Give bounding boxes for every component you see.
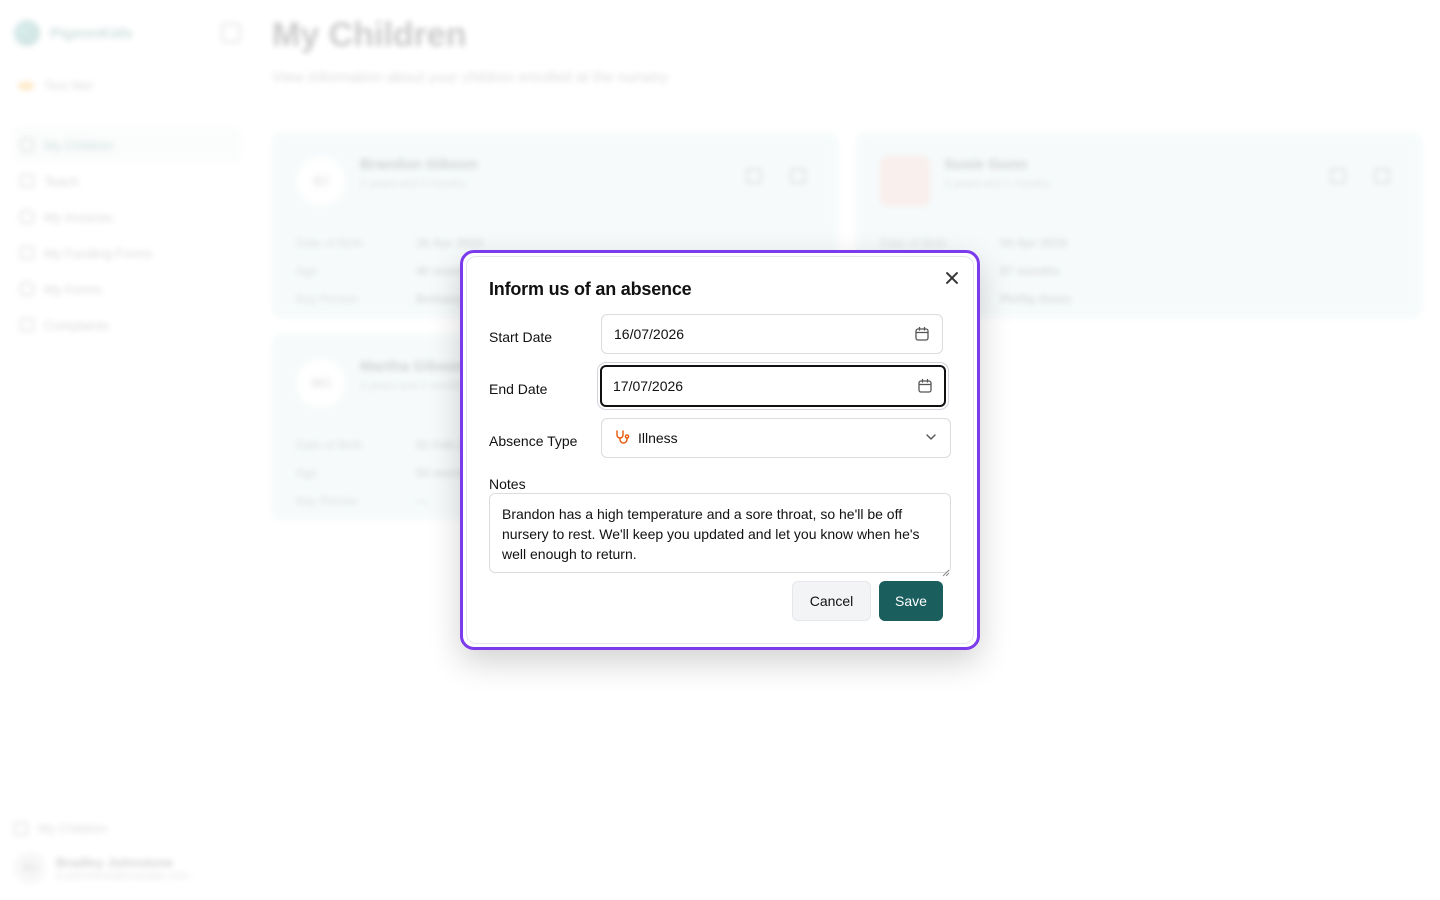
brand-name: PigeonKids [50, 24, 133, 42]
avatar: BJ [296, 156, 346, 206]
start-date-label: Start Date [489, 329, 553, 345]
complaints-icon [20, 318, 34, 332]
notes-textarea[interactable]: Brandon has a high temperature and a sor… [489, 493, 951, 573]
end-date-label: End Date [489, 381, 548, 397]
children-icon [20, 138, 34, 152]
resize-handle-icon[interactable] [942, 564, 950, 577]
wave-icon [18, 81, 34, 90]
sidebar-item-label: My Children [44, 137, 114, 153]
row-value: 16 Apr 2023 [416, 236, 483, 250]
sidebar-top-item-label: Test Mel [44, 78, 93, 93]
stethoscope-icon [614, 429, 630, 448]
row-value: — [416, 494, 428, 508]
sidebar-bottom-item[interactable]: My Children [14, 821, 107, 836]
card-actions [746, 168, 806, 184]
sidebar-item-complaints[interactable]: Complaints [14, 307, 241, 343]
main-content: My Children View information about your … [272, 16, 1440, 520]
absence-dialog: Inform us of an absence Start Date 16/07… [460, 250, 980, 650]
notes-label: Notes [489, 476, 526, 492]
forms-icon [20, 282, 34, 296]
page-subtitle: View information about your children enr… [272, 69, 668, 86]
calendar-icon[interactable] [746, 168, 762, 184]
calendar-icon[interactable] [914, 326, 930, 342]
funding-icon [20, 246, 34, 260]
sidebar-item-label: Teach [44, 173, 79, 189]
card-row: Key Person — [296, 494, 428, 508]
child-age: 4 years and 2 months [360, 380, 466, 392]
sidebar-bottom-item-label: My Children [38, 821, 108, 836]
user-info: Bradley Johnstone b.johnstone@example.co… [56, 855, 240, 882]
row-label: Age [296, 466, 318, 480]
child-name: Martha Gibson [360, 358, 466, 375]
teach-icon [20, 174, 34, 188]
dialog-title: Inform us of an absence [489, 279, 692, 299]
card-row: Age 53 months [296, 466, 476, 480]
sidebar-item-label: My Forms [44, 281, 102, 297]
brand-logo [14, 20, 40, 46]
child-age: 3 years and 1 months [944, 178, 1050, 190]
invoice-icon [20, 210, 34, 224]
sidebar-item-label: Complaints [44, 317, 110, 333]
user-name: Bradley Johnstone [56, 854, 174, 870]
cancel-button[interactable]: Cancel [792, 581, 871, 621]
row-label: Age [296, 264, 318, 278]
save-button[interactable]: Save [879, 581, 943, 621]
calendar-icon[interactable] [917, 378, 933, 394]
row-label: Key Person [296, 292, 359, 306]
end-date-input[interactable]: 17/07/2026 [600, 365, 946, 407]
absence-type-label: Absence Type [489, 433, 578, 449]
row-value: 04 Apr 2019 [1000, 236, 1067, 250]
user-email: b.johnstone@example.com [56, 869, 190, 882]
sidebar-item-funding-forms[interactable]: My Funding Forms [14, 235, 241, 271]
start-date-input[interactable]: 16/07/2026 [601, 314, 943, 354]
card-row: Key Person Bethany [296, 292, 463, 306]
card-row: Date of Birth 04 Apr 2019 [880, 236, 1067, 250]
sidebar-item-label: My Invoices [44, 209, 113, 225]
row-value: Bethany [416, 292, 464, 306]
avatar: BJ [14, 852, 46, 884]
row-value: 87 months [1000, 264, 1061, 278]
sidebar-toggle-icon[interactable] [221, 23, 241, 43]
row-label: Key Person [296, 494, 359, 508]
card-row: Age 40 months [296, 264, 476, 278]
children-icon [14, 821, 28, 836]
close-icon[interactable] [944, 270, 960, 286]
row-label: Date of Birth [296, 438, 363, 452]
chevron-down-icon [924, 430, 938, 447]
sidebar-nav: My Children Teach My Invoices My Funding… [14, 127, 241, 343]
sidebar-item-label: My Funding Forms [44, 245, 153, 261]
absence-type-value: Illness [638, 430, 678, 446]
brand: PigeonKids [14, 16, 241, 50]
child-name: Susie Gunn [944, 156, 1028, 173]
sidebar-item-invoices[interactable]: My Invoices [14, 199, 241, 235]
user-menu[interactable]: BJ Bradley Johnstone b.johnstone@example… [14, 852, 240, 884]
avatar: MG [296, 358, 346, 408]
sidebar-item-my-children[interactable]: My Children [14, 127, 241, 163]
more-icon[interactable] [790, 168, 806, 184]
sidebar: PigeonKids Test Mel My Children Teach My… [0, 0, 255, 900]
calendar-icon[interactable] [1330, 168, 1346, 184]
sidebar-item-forms[interactable]: My Forms [14, 271, 241, 307]
card-actions [1330, 168, 1390, 184]
child-photo [880, 156, 930, 206]
child-age: 2 years and 3 months [360, 178, 466, 190]
sidebar-top-item[interactable]: Test Mel [14, 72, 241, 99]
row-label: Date of Birth [880, 236, 947, 250]
page-title: My Children [272, 16, 467, 54]
absence-type-select[interactable]: Illness [601, 418, 951, 458]
row-label: Date of Birth [296, 236, 363, 250]
more-icon[interactable] [1374, 168, 1390, 184]
card-row: Date of Birth 16 Apr 2023 [296, 236, 483, 250]
row-value: Phillip Davis [1000, 292, 1072, 306]
end-date-value: 17/07/2026 [613, 378, 684, 394]
start-date-value: 16/07/2026 [614, 326, 685, 342]
child-name: Brandon Gibson [360, 156, 478, 173]
sidebar-item-teach[interactable]: Teach [14, 163, 241, 199]
card-row: Date of Birth 01 Feb 2022 [296, 438, 484, 452]
